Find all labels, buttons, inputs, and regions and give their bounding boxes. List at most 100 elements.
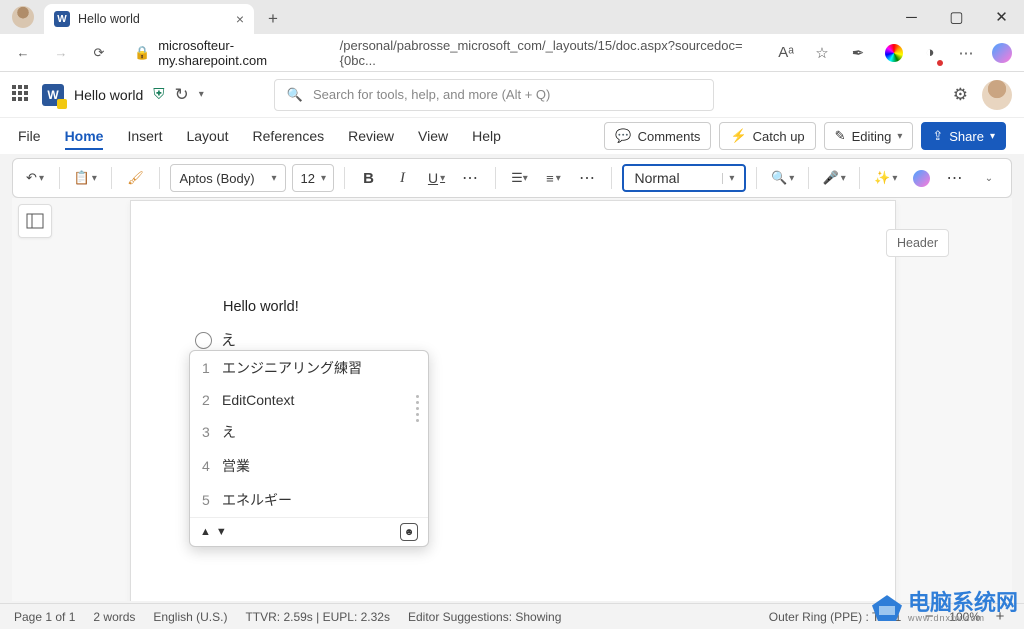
more-font-button[interactable]: ⋯: [457, 164, 485, 192]
bold-button[interactable]: B: [355, 164, 383, 192]
app-header: W Hello world ⛨ ↻ ▾ 🔍 Search for tools, …: [0, 72, 1024, 118]
ime-composition-text: え: [220, 329, 237, 351]
status-page[interactable]: Page 1 of 1: [14, 610, 75, 624]
browser-tab[interactable]: W Hello world ×: [44, 4, 254, 34]
eyedropper-icon[interactable]: ✒: [844, 39, 872, 67]
forward-button: →: [46, 38, 76, 68]
navigation-pane-toggle[interactable]: [18, 204, 52, 238]
font-size-select[interactable]: 12▾: [292, 164, 334, 192]
word-app-icon: W: [42, 84, 64, 106]
menu-review[interactable]: Review: [348, 128, 394, 144]
menu-file[interactable]: File: [18, 128, 41, 144]
ime-candidate[interactable]: 4営業: [190, 449, 428, 483]
copilot-inline-icon[interactable]: [195, 332, 212, 349]
status-ring: Outer Ring (PPE) : TNL1: [769, 610, 902, 624]
search-placeholder: Search for tools, help, and more (Alt + …: [313, 87, 550, 102]
more-paragraph-button[interactable]: ⋯: [573, 164, 601, 192]
underline-button[interactable]: U▾: [423, 164, 451, 192]
find-button[interactable]: 🔍▾: [767, 164, 798, 192]
status-words[interactable]: 2 words: [93, 610, 135, 624]
maximize-button[interactable]: ▢: [934, 0, 979, 34]
menu-layout[interactable]: Layout: [186, 128, 228, 144]
menu-tabs: File Home Insert Layout References Revie…: [0, 118, 1024, 154]
extension-icon[interactable]: ◑: [916, 39, 944, 67]
ime-composition-line: え: [195, 329, 237, 351]
undo-button[interactable]: ↶▾: [21, 164, 49, 192]
style-select[interactable]: Normal▾: [622, 164, 746, 192]
url-host: microsofteur-my.sharepoint.com: [158, 38, 331, 68]
site-info-icon[interactable]: 🔒: [134, 45, 150, 61]
share-button[interactable]: ⇪Share▾: [921, 122, 1006, 150]
sensitivity-shield-icon[interactable]: ⛨: [153, 86, 164, 103]
share-icon: ⇪: [932, 128, 943, 144]
pencil-icon: ✎: [835, 128, 846, 144]
more-ribbon-button[interactable]: ⋯: [941, 164, 969, 192]
status-language[interactable]: English (U.S.): [153, 610, 227, 624]
designer-button[interactable]: ✨▾: [870, 164, 901, 192]
reading-mode-icon[interactable]: Aᵃ: [772, 39, 800, 67]
ime-footer: ▲ ▼ ☻: [190, 517, 428, 546]
word-favicon-icon: W: [54, 11, 70, 27]
ribbon-collapse-button[interactable]: ⌄: [975, 164, 1003, 192]
back-button[interactable]: ←: [8, 38, 38, 68]
ime-candidate[interactable]: 5エネルギー: [190, 483, 428, 517]
menu-help[interactable]: Help: [472, 128, 501, 144]
ime-drag-handle-icon[interactable]: [416, 395, 419, 422]
tab-title: Hello world: [78, 12, 140, 26]
color-gradient-icon[interactable]: [880, 39, 908, 67]
comment-icon: 💬: [615, 128, 631, 144]
search-input[interactable]: 🔍 Search for tools, help, and more (Alt …: [274, 79, 714, 111]
zoom-in-button[interactable]: +: [990, 608, 1010, 625]
ime-candidate[interactable]: 2EditContext: [190, 385, 428, 415]
profile-avatar-icon[interactable]: [12, 6, 34, 28]
document-area: Header Hello world! え: [12, 198, 1012, 601]
status-bar: Page 1 of 1 2 words English (U.S.) TTVR:…: [0, 603, 1024, 629]
app-launcher-icon[interactable]: [12, 85, 32, 105]
menu-view[interactable]: View: [418, 128, 448, 144]
menu-home[interactable]: Home: [65, 128, 104, 150]
paste-button[interactable]: 📋▾: [70, 164, 101, 192]
title-dropdown-icon[interactable]: ▾: [199, 89, 204, 100]
menu-references[interactable]: References: [253, 128, 325, 144]
ime-emoji-icon[interactable]: ☻: [400, 523, 418, 541]
ime-candidate[interactable]: 1エンジニアリング練習: [190, 351, 428, 385]
numbering-button[interactable]: ≡▾: [539, 164, 567, 192]
favorite-icon[interactable]: ☆: [808, 39, 836, 67]
ribbon-toolbar: ↶▾ 📋▾ 🖌 Aptos (Body)▾ 12▾ B I U▾ ⋯ ☰▾ ≡▾…: [12, 158, 1012, 198]
editing-mode-button[interactable]: ✎Editing▾: [824, 122, 914, 150]
tab-close-icon[interactable]: ×: [236, 11, 244, 27]
header-section-label[interactable]: Header: [886, 229, 949, 257]
sync-icon[interactable]: ↻: [175, 85, 189, 105]
bullets-button[interactable]: ☰▾: [505, 164, 533, 192]
user-avatar-icon[interactable]: [982, 80, 1012, 110]
zoom-controls: − 100% +: [919, 608, 1010, 625]
document-text: Hello world!: [223, 299, 299, 315]
settings-gear-icon[interactable]: ⚙: [953, 85, 968, 105]
status-editor[interactable]: Editor Suggestions: Showing: [408, 610, 561, 624]
close-window-button[interactable]: ✕: [979, 0, 1024, 34]
ime-candidate[interactable]: 3え: [190, 415, 428, 449]
ime-candidate-popup: 1エンジニアリング練習 2EditContext 3え 4営業 5エネルギー ▲…: [189, 350, 429, 547]
zoom-level[interactable]: 100%: [949, 610, 980, 624]
url-field[interactable]: 🔒 microsofteur-my.sharepoint.com/persona…: [122, 38, 764, 68]
new-tab-button[interactable]: +: [258, 4, 288, 34]
copilot-ribbon-button[interactable]: [907, 164, 935, 192]
copilot-icon[interactable]: [988, 39, 1016, 67]
ime-prev-icon[interactable]: ▲: [200, 526, 211, 538]
menu-insert[interactable]: Insert: [127, 128, 162, 144]
refresh-button[interactable]: ⟳: [84, 38, 114, 68]
minimize-button[interactable]: ─: [889, 0, 934, 34]
format-painter-button[interactable]: 🖌: [121, 164, 149, 192]
comments-button[interactable]: 💬Comments: [604, 122, 711, 150]
dictate-button[interactable]: 🎤▾: [819, 164, 850, 192]
doc-title[interactable]: Hello world: [74, 87, 143, 103]
ime-next-icon[interactable]: ▼: [216, 526, 227, 538]
font-family-select[interactable]: Aptos (Body)▾: [170, 164, 285, 192]
italic-button[interactable]: I: [389, 164, 417, 192]
catchup-button[interactable]: ⚡Catch up: [719, 122, 815, 150]
browser-chrome: ─ ▢ ✕ W Hello world × + ← → ⟳ 🔒 microsof…: [0, 0, 1024, 72]
more-icon[interactable]: ⋯: [952, 39, 980, 67]
zoom-out-button[interactable]: −: [919, 608, 939, 625]
lightning-icon: ⚡: [730, 128, 746, 144]
search-icon: 🔍: [287, 87, 303, 103]
